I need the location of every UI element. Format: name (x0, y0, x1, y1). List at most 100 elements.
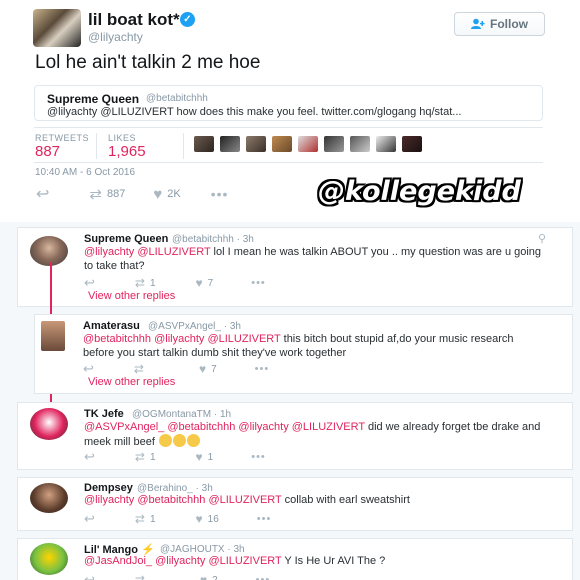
reply-button[interactable]: ↩ (84, 449, 95, 465)
reply-handle[interactable]: @betabitchhh · 3h (172, 234, 254, 245)
reply-body: Y Is He Ur AVI The ? (281, 555, 386, 567)
retweets-label: RETWEETS (35, 133, 90, 143)
retweet-button[interactable]: ⇄ 1 (135, 512, 156, 526)
like-button[interactable]: ♥ 2 (200, 573, 218, 580)
follow-button[interactable]: Follow (454, 12, 545, 36)
more-button[interactable]: ••• (256, 574, 271, 580)
reply-actions: ↩ ⇄ ♥ 7 ••• (83, 361, 269, 377)
reply-icon: ↩ (83, 361, 94, 376)
retweet-button[interactable]: ⇄ (135, 573, 150, 580)
divider (34, 127, 543, 128)
like-button[interactable]: ♥ 2K (153, 186, 180, 203)
reply-handle[interactable]: @ASVPxAngel_ · 3h (148, 321, 241, 332)
retweet-icon: ⇄ (134, 276, 145, 290)
liker-avatar[interactable] (220, 136, 240, 152)
reply-actions: ↩ ⇄ ♥ 2 ••• (84, 572, 270, 580)
reply-button[interactable]: ↩ (84, 275, 95, 291)
reply-mentions[interactable]: @betabitchhh @lilyachty @LILUZIVERT (83, 333, 281, 345)
retweets-count[interactable]: 887 (35, 143, 60, 160)
view-other-replies-link[interactable]: View other replies (88, 376, 175, 388)
reply-tweet[interactable]: Amaterasu @ASVPxAngel_ · 3h @betabitchhh… (34, 314, 573, 394)
reply-tweet[interactable]: Supreme Queen @betabitchhh · 3h ⚲ @lilya… (17, 227, 573, 307)
heart-icon: ♥ (198, 362, 207, 376)
reply-tweet[interactable]: Dempsey @Berahino_ · 3h @lilyachty @beta… (17, 477, 573, 531)
avatar[interactable] (41, 321, 65, 351)
reply-mentions[interactable]: @lilyachty @betabitchhh @LILUZIVERT (84, 494, 282, 506)
retweet-button[interactable]: ⇄ 1 (135, 276, 156, 290)
reply-display-name[interactable]: TK Jefe (84, 408, 124, 420)
liker-avatar[interactable] (324, 136, 344, 152)
divider (96, 133, 97, 159)
retweet-icon: ⇄ (134, 573, 145, 580)
heart-icon: ♥ (195, 512, 203, 526)
like-count: 1 (207, 451, 214, 463)
liker-avatar[interactable] (246, 136, 266, 152)
likes-count[interactable]: 1,965 (108, 143, 146, 160)
main-tweet-text: Lol he ain't talkin 2 me hoe (35, 52, 261, 73)
liker-avatar[interactable] (298, 136, 318, 152)
liker-avatar[interactable] (272, 136, 292, 152)
avatar[interactable] (30, 483, 68, 513)
verified-badge-icon: ✓ (180, 12, 195, 27)
retweet-button[interactable]: ⇄ (134, 362, 149, 376)
retweet-button[interactable]: ⇄ 887 (89, 185, 125, 203)
like-button[interactable]: ♥ 16 (196, 512, 219, 526)
reply-button[interactable]: ↩ (84, 572, 95, 580)
like-button[interactable]: ♥ 1 (196, 450, 214, 464)
more-button[interactable]: ••• (211, 186, 229, 202)
reply-mentions[interactable]: @lilyachty @LILUZIVERT (84, 246, 210, 258)
retweet-icon: ⇄ (133, 362, 144, 376)
reply-tweet[interactable]: Lil' Mango ⚡ @JAGHOUTX · 3h @JasAndJoi_ … (17, 538, 573, 580)
quoted-tweet[interactable]: Supreme Queen @betabitchhh @lilyachty @L… (34, 85, 543, 121)
liker-avatar[interactable] (194, 136, 214, 152)
more-button[interactable]: ••• (257, 513, 272, 525)
liker-avatar[interactable] (350, 136, 370, 152)
reply-handle[interactable]: @OGMontanaTM · 1h (132, 409, 231, 420)
more-icon: ••• (254, 363, 270, 375)
like-count: 2 (212, 574, 218, 580)
reply-icon: ↩ (84, 511, 95, 526)
like-button[interactable]: ♥ 7 (199, 362, 217, 376)
reply-actions: ↩ ⇄ 1 ♥ 1 ••• (84, 449, 266, 465)
retweet-button[interactable]: ⇄ 1 (135, 450, 156, 464)
reply-display-name[interactable]: Supreme Queen (84, 233, 168, 245)
avatar[interactable] (30, 236, 68, 266)
view-other-replies-link[interactable]: View other replies (88, 290, 175, 302)
more-button[interactable]: ••• (255, 363, 270, 375)
heart-icon: ♥ (153, 185, 163, 203)
avatar[interactable] (30, 543, 68, 575)
main-avatar[interactable] (33, 9, 81, 47)
avatar[interactable] (30, 408, 68, 440)
divider (183, 133, 184, 159)
tweet-timestamp[interactable]: 10:40 AM - 6 Oct 2016 (35, 167, 135, 178)
main-tweet-actions: ↩ ⇄ 887 ♥ 2K ••• (36, 184, 228, 204)
main-handle[interactable]: @lilyachty (88, 30, 143, 44)
reply-mentions[interactable]: @ASVPxAngel_ @betabitchhh @lilyachty @LI… (84, 421, 365, 433)
reply-button[interactable]: ↩ (84, 511, 95, 527)
retweet-count: 1 (149, 451, 156, 463)
reply-display-name[interactable]: Amaterasu (83, 320, 140, 332)
crying-laughing-emoji-icon (158, 434, 172, 447)
liker-avatar[interactable] (402, 136, 422, 152)
main-display-name[interactable]: lil boat kot* (88, 10, 180, 30)
reply-tweet[interactable]: TK Jefe @OGMontanaTM · 1h @ASVPxAngel_ @… (17, 402, 573, 470)
more-icon: ••• (251, 277, 266, 289)
reply-button[interactable]: ↩ (83, 361, 94, 377)
more-button[interactable]: ••• (251, 451, 266, 463)
reply-icon: ↩ (84, 275, 95, 290)
like-count: 7 (211, 363, 217, 375)
more-icon: ••• (256, 513, 272, 525)
more-icon: ••• (255, 574, 271, 580)
retweet-icon: ⇄ (134, 450, 145, 464)
liker-avatar[interactable] (376, 136, 396, 152)
retweet-count: 887 (106, 188, 126, 200)
reply-button[interactable]: ↩ (36, 184, 49, 204)
reply-mentions[interactable]: @JasAndJoi_ @lilyachty @LILUZIVERT (84, 555, 282, 567)
like-button[interactable]: ♥ 7 (196, 276, 214, 290)
more-button[interactable]: ••• (251, 277, 266, 289)
heart-icon: ♥ (199, 573, 208, 580)
reply-icon: ↩ (84, 572, 95, 580)
location-pin-icon: ⚲ (538, 233, 547, 245)
reply-actions: ↩ ⇄ 1 ♥ 7 ••• (84, 275, 266, 291)
liker-avatars (194, 136, 422, 152)
